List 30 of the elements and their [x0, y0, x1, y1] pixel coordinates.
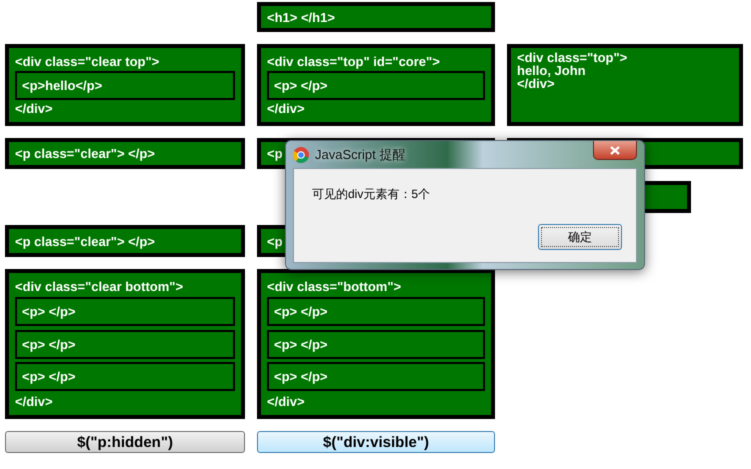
query-button[interactable]: $("p:hidden") [5, 431, 245, 453]
element-text: hello, John [517, 64, 586, 77]
browser-logo-icon [293, 146, 309, 162]
close-tag: </div> [267, 394, 485, 409]
close-icon [610, 146, 620, 154]
child-element-box: <p> </p> [267, 362, 485, 391]
ok-button[interactable]: 确定 [538, 224, 622, 250]
close-tag: </div> [267, 101, 485, 116]
dialog-message: 可见的div元素有：5个 [312, 186, 432, 203]
open-tag: <div class="clear top"> [15, 54, 235, 69]
child-element-box: <p> </p> [267, 297, 485, 326]
close-tag: </div> [15, 394, 235, 409]
child-element-box: <p> </p> [267, 330, 485, 358]
child-element-box: <p> </p> [15, 330, 235, 358]
open-tag: <div class="bottom"> [267, 279, 485, 294]
element-box: <p class="clear"> </p> [5, 138, 245, 169]
close-button[interactable] [593, 141, 637, 160]
element-text: </div> [517, 77, 556, 90]
child-element-box: <p> </p> [15, 362, 235, 391]
dialog-title: JavaScript 提醒 [315, 146, 406, 164]
element-box: <h1> </h1> [257, 2, 495, 32]
child-element-box: <p>hello</p> [15, 70, 235, 100]
element-text: <div class="top"> [517, 51, 628, 64]
query-button[interactable]: $("div:visible") [257, 431, 495, 453]
open-tag: <div class="top" id="core"> [267, 54, 485, 69]
element-box: <p class="clear"> </p> [5, 225, 245, 257]
open-tag: <div class="clear bottom"> [15, 279, 235, 294]
close-tag: </div> [15, 101, 235, 116]
child-element-box: <p> </p> [267, 70, 485, 100]
child-element-box: <p> </p> [15, 297, 235, 326]
